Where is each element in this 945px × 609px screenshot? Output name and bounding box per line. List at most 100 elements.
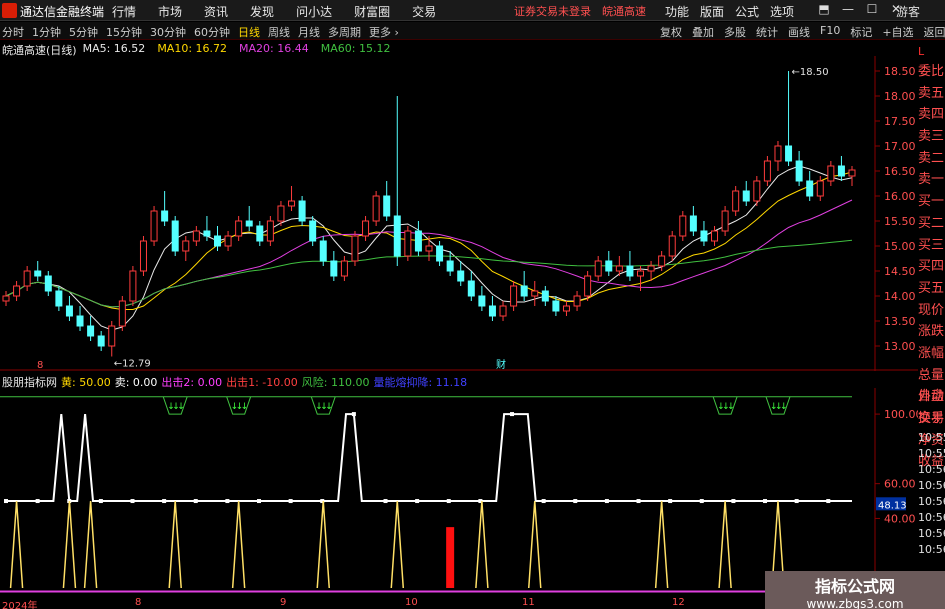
tool-button-6[interactable]: 标记 xyxy=(850,24,872,40)
period-tab-3[interactable]: 15分钟 xyxy=(106,24,142,40)
marker-8: 8 xyxy=(37,360,43,371)
indicator-info-bar: 股朋指标网 黄: 50.00 卖: 0.00 出击2: 0.00 出击1: -10.0… xyxy=(2,374,471,389)
menu-item-3[interactable]: 发现 xyxy=(250,3,274,20)
candle-22 xyxy=(235,216,243,241)
menu-item-4[interactable]: 问小达 xyxy=(296,3,332,20)
white-dot-72 xyxy=(573,499,578,504)
candle-body-4 xyxy=(44,275,52,292)
tool-button-1[interactable]: 叠加 xyxy=(692,24,714,40)
window-button-0[interactable]: ⬒ xyxy=(812,2,836,16)
tick-time-5: 10:56 xyxy=(918,511,945,524)
sidebar-item-6[interactable]: 买一 xyxy=(918,191,945,213)
sidebar-item-3[interactable]: 卖三 xyxy=(918,126,945,148)
white-dot-16 xyxy=(130,499,135,504)
right-menu-item-1[interactable]: 版面 xyxy=(700,3,724,20)
sidebar-item-7[interactable]: 买二 xyxy=(918,213,945,235)
tick-sidebar: 自动交易10:5510:5510:5610:5610:5610:5610:561… xyxy=(918,386,945,558)
candle-body-48 xyxy=(510,285,518,307)
sidebar2-item-0[interactable]: 自动 xyxy=(918,386,945,408)
candle-44 xyxy=(467,271,475,301)
guest-label[interactable]: 游客 xyxy=(896,3,920,20)
candle-body-3 xyxy=(34,270,42,277)
right-menu-item-2[interactable]: 公式 xyxy=(735,3,759,20)
window-button-2[interactable]: ☐ xyxy=(860,2,884,16)
window-buttons: ⬒ — ☐ ✕ xyxy=(812,2,908,16)
menu-item-2[interactable]: 资讯 xyxy=(204,3,228,20)
yellow-spike-0 xyxy=(9,500,24,589)
quote-sidebar: L 委比 卖五 卖四 卖三 卖二 卖一 买一 买二 买三 买四 买五 现价 涨跌 涨幅 总量 外盘 换手 净资 收益 xyxy=(918,43,945,469)
period-tab-7[interactable]: 周线 xyxy=(268,24,290,40)
tick-time-1: 10:55 xyxy=(918,447,945,460)
menu-item-1[interactable]: 市场 xyxy=(158,3,182,20)
tool-button-7[interactable]: +自选 xyxy=(882,24,913,40)
sidebar-item-4[interactable]: 卖二 xyxy=(918,148,945,170)
tool-button-3[interactable]: 统计 xyxy=(756,24,778,40)
stock-title[interactable]: 皖通高速(日线) xyxy=(2,42,77,57)
sidebar-item-11[interactable]: 现价 xyxy=(918,300,945,322)
candle-3 xyxy=(34,261,42,281)
right-menu-item-0[interactable]: 功能 xyxy=(665,3,689,20)
indicator-title[interactable]: 股朋指标网 xyxy=(2,374,57,389)
date-label-3: 10 xyxy=(405,597,418,608)
sidebar-item-1[interactable]: 卖五 xyxy=(918,83,945,105)
period-tab-0[interactable]: 分时 xyxy=(2,24,24,40)
sidebar-item-8[interactable]: 买三 xyxy=(918,235,945,257)
sidebar-item-9[interactable]: 买四 xyxy=(918,256,945,278)
candle-body-20 xyxy=(214,235,221,247)
date-label-1: 8 xyxy=(135,597,142,608)
kline-chart[interactable]: 18.50 18.00 17.50 17.00 16.50 16.00 15.50 15.00… xyxy=(0,56,918,371)
candle-body-73 xyxy=(774,145,782,162)
candle-7 xyxy=(76,306,84,331)
yellow-spike-4 xyxy=(231,500,246,589)
period-tab-2[interactable]: 5分钟 xyxy=(69,24,98,40)
sidebar-item-5[interactable]: 卖一 xyxy=(918,169,945,191)
tick-time-4: 10:56 xyxy=(918,495,945,508)
period-tab-4[interactable]: 30分钟 xyxy=(150,24,186,40)
candle-body-42 xyxy=(446,260,454,272)
login-status[interactable]: 证券交易未登录 皖通高速 xyxy=(514,3,646,19)
sidebar-item-2[interactable]: 卖四 xyxy=(918,104,945,126)
candle-body-52 xyxy=(552,300,560,312)
tool-button-0[interactable]: 复权 xyxy=(660,24,682,40)
sidebar-item-10[interactable]: 买五 xyxy=(918,278,945,300)
price-label-11: 13.00 xyxy=(884,340,916,353)
sidebar-item-0[interactable]: 委比 xyxy=(918,61,945,83)
price-label-2: 17.50 xyxy=(884,115,916,128)
sidebar-item-14[interactable]: 总量 xyxy=(918,365,945,387)
candle-body-13 xyxy=(139,240,147,272)
white-dot-84 xyxy=(668,499,673,504)
candle-69 xyxy=(732,186,740,216)
tool-button-4[interactable]: 画线 xyxy=(788,24,810,40)
price-label-6: 15.50 xyxy=(884,215,916,228)
candle-10 xyxy=(108,321,116,357)
candle-body-78 xyxy=(827,165,835,182)
menu-item-6[interactable]: 交易 xyxy=(412,3,436,20)
period-tab-6[interactable]: 日线 xyxy=(238,24,260,40)
menu-item-0[interactable]: 行情 xyxy=(112,3,136,20)
tool-button-8[interactable]: 返回 xyxy=(924,24,945,40)
candle-13 xyxy=(139,236,147,276)
candle-75 xyxy=(795,151,803,186)
menu-item-5[interactable]: 财富圈 xyxy=(354,3,390,20)
candle-body-65 xyxy=(689,215,697,232)
white-dot-20 xyxy=(162,499,167,504)
tool-button-2[interactable]: 多股 xyxy=(724,24,746,40)
sidebar-item-12[interactable]: 涨跌 xyxy=(918,321,945,343)
candle-30 xyxy=(319,236,327,266)
sidebar-header: L xyxy=(918,45,925,58)
ma-labels: MA5: 16.52 MA10: 16.72 MA20: 16.44 MA60: 15… xyxy=(83,42,397,56)
indicator-chart[interactable]: 100.0060.0040.0048.13↓↓↓↓↓↓↓↓↓↓↓↓↓↓↓ xyxy=(0,388,918,598)
chart-tools: 复权 叠加 多股 统计 画线 F10 标记 +自选 返回 xyxy=(660,24,945,40)
tool-button-5[interactable]: F10 xyxy=(820,24,840,40)
period-tab-9[interactable]: 多周期 xyxy=(328,24,361,40)
period-tab-8[interactable]: 月线 xyxy=(298,24,320,40)
candle-73 xyxy=(774,141,782,171)
candle-body-62 xyxy=(658,255,666,267)
window-button-1[interactable]: — xyxy=(836,2,860,16)
period-tab-1[interactable]: 1分钟 xyxy=(32,24,61,40)
sidebar-item-13[interactable]: 涨幅 xyxy=(918,343,945,365)
period-tab-5[interactable]: 60分钟 xyxy=(194,24,230,40)
right-menu-item-3[interactable]: 选项 xyxy=(770,3,794,20)
period-tab-10[interactable]: 更多 › xyxy=(369,24,399,40)
sidebar2-item-1[interactable]: 交易 xyxy=(918,408,945,430)
